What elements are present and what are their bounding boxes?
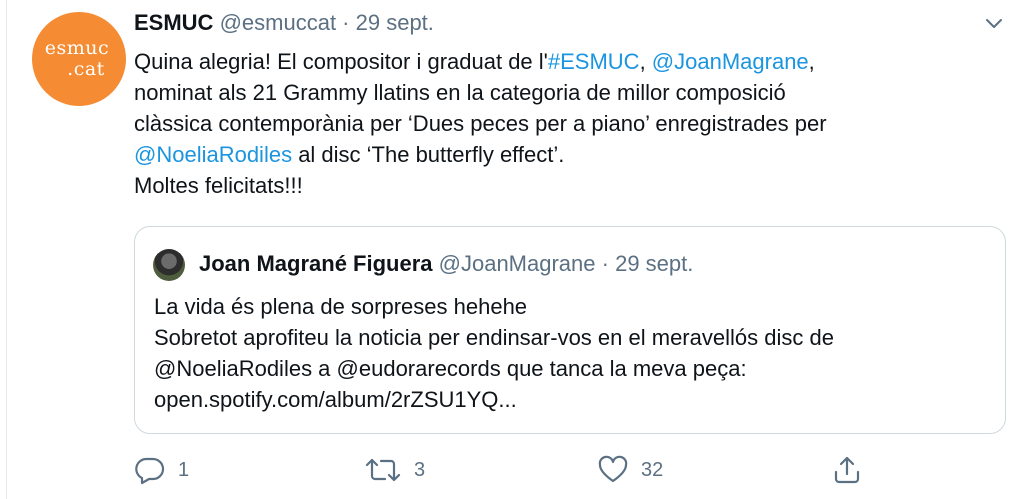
reply-count: 1 — [178, 458, 190, 481]
tweet-line-4: @NoeliaRodiles al disc ‘The butterfly ef… — [134, 139, 994, 170]
avatar-text-line2: .cat — [67, 58, 105, 80]
tweet-actions: 1 3 32 — [0, 448, 1024, 492]
quoted-line-4: open.spotify.com/album/2rZSU1YQ... — [154, 387, 517, 412]
tweet-text-segment: , — [808, 49, 815, 74]
quoted-tweet[interactable]: Joan Magrané Figuera @JoanMagrane · 29 s… — [134, 226, 1006, 434]
heart-icon — [597, 455, 629, 485]
like-button[interactable]: 32 — [597, 448, 663, 492]
mention-link[interactable]: @JoanMagrane — [652, 49, 809, 74]
tweet-text: Quina alegria! El compositor i graduat d… — [134, 46, 994, 201]
tweet-header: ESMUC @esmuccat · 29 sept. — [134, 10, 434, 36]
quoted-author-handle[interactable]: @JoanMagrane — [439, 251, 596, 276]
tweet-date[interactable]: 29 sept. — [356, 10, 434, 35]
tweet-text-segment: Quina alegria! El compositor i graduat d… — [134, 49, 548, 74]
tweet-line-2: nominat als 21 Grammy llatins en la cate… — [134, 80, 786, 105]
tweet-line-1: Quina alegria! El compositor i graduat d… — [134, 46, 994, 77]
share-button[interactable] — [832, 448, 862, 492]
like-count: 32 — [641, 458, 664, 481]
quoted-header-separator: · — [595, 251, 616, 276]
quoted-line-1: La vida és plena de sorpreses hehehe — [154, 294, 528, 319]
chevron-down-icon[interactable] — [980, 12, 1008, 36]
quoted-author-name[interactable]: Joan Magrané Figuera — [199, 251, 433, 276]
avatar-text-line1: esmuc — [44, 37, 110, 59]
reply-button[interactable]: 1 — [134, 448, 189, 492]
tweet-text-segment: , — [639, 49, 652, 74]
author-name[interactable]: ESMUC — [134, 10, 213, 35]
tweet-text-segment: al disc ‘The butterfly effect’. — [292, 142, 565, 167]
share-icon — [832, 455, 862, 485]
mention-link[interactable]: @NoeliaRodiles — [134, 142, 292, 167]
quoted-tweet-date[interactable]: 29 sept. — [615, 251, 693, 276]
hashtag-link[interactable]: #ESMUC — [548, 49, 640, 74]
retweet-icon — [364, 455, 402, 485]
quoted-author-avatar[interactable] — [153, 249, 185, 281]
reply-icon — [134, 455, 166, 485]
timeline-divider — [6, 0, 7, 499]
quoted-line-3: @NoeliaRodiles a @eudorarecords que tanc… — [154, 356, 747, 381]
header-separator: · — [336, 10, 356, 35]
quoted-tweet-text: La vida és plena de sorpreses hehehe Sob… — [154, 291, 834, 415]
author-avatar[interactable]: esmuc .cat — [32, 12, 126, 106]
tweet-line-5: Moltes felicitats!!! — [134, 173, 303, 198]
author-handle[interactable]: @esmuccat — [220, 10, 336, 35]
quoted-tweet-header: Joan Magrané Figuera @JoanMagrane · 29 s… — [199, 251, 693, 277]
retweet-button[interactable]: 3 — [364, 448, 425, 492]
retweet-count: 3 — [414, 458, 426, 481]
tweet-line-3: clàssica contemporània per ‘Dues peces p… — [134, 111, 827, 136]
quoted-line-2: Sobretot aprofiteu la noticia per endins… — [154, 325, 834, 350]
